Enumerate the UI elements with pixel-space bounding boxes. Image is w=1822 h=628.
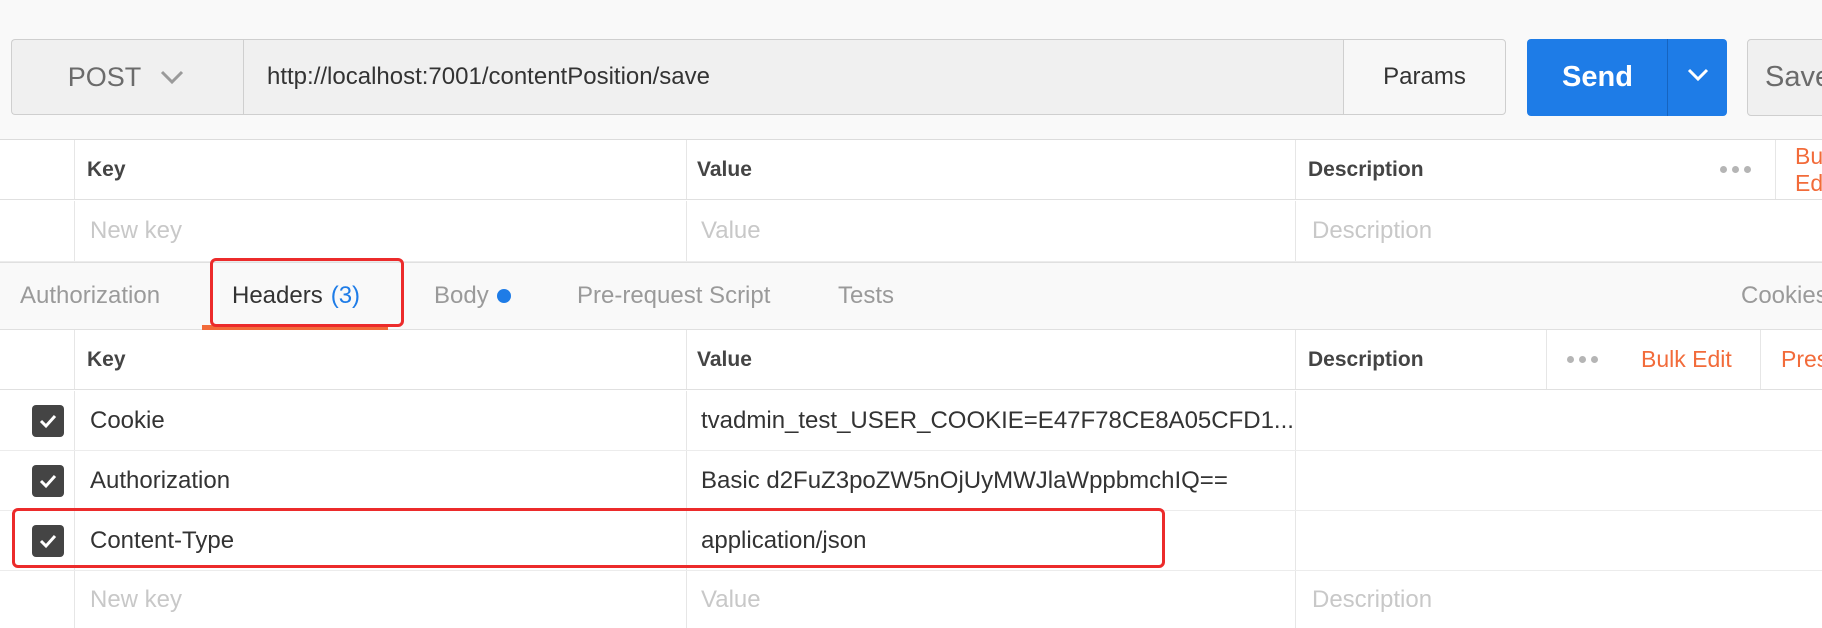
table-row: Authorization Basic d2FuZ3poZW5nOjUyMWJl… [0,451,1822,511]
headers-col-value: Value [697,347,752,371]
params-table-header: Key Value Description Bulk Edit [0,140,1822,200]
url-text: http://localhost:7001/contentPosition/sa… [267,63,710,90]
table-row: Cookie tvadmin_test_USER_COOKIE=E47F78CE… [0,391,1822,451]
body-modified-dot-icon [496,289,511,303]
table-row: Content-Type application/json [0,511,1822,571]
save-label: Save [1765,61,1822,93]
divider [74,451,75,510]
divider [1295,451,1296,510]
divider [74,140,75,199]
params-bulk-edit-link[interactable]: Bulk Edit [1795,140,1822,199]
params-col-description: Description [1308,157,1424,181]
url-input[interactable]: http://localhost:7001/contentPosition/sa… [243,39,1344,115]
method-label: POST [67,61,142,92]
checkmark-icon [39,414,57,429]
headers-new-value-input[interactable]: Value [701,571,761,628]
tab-headers[interactable]: Headers (3) [232,263,360,329]
headers-count-badge: (3) [330,282,361,309]
params-new-key-input[interactable]: New key [90,201,182,261]
header-value[interactable]: application/json [701,511,866,570]
cookies-link[interactable]: Cookies [1741,263,1822,329]
divider [1295,511,1296,570]
headers-col-description: Description [1308,347,1424,371]
tab-body-label: Body [434,282,489,309]
chevron-down-icon [1686,68,1710,87]
divider [74,511,75,570]
tab-tests[interactable]: Tests [838,263,894,329]
divider [74,571,75,628]
params-new-value-input[interactable]: Value [701,201,761,261]
divider [686,201,687,261]
tab-headers-label: Headers [232,282,323,309]
divider [1295,391,1296,450]
header-key[interactable]: Content-Type [90,511,234,570]
divider [1546,330,1547,389]
checkmark-icon [39,474,57,489]
headers-new-description-input[interactable]: Description [1312,571,1432,628]
request-bar: POST http://localhost:7001/contentPositi… [0,0,1822,140]
send-button[interactable]: Send [1527,39,1668,116]
tab-body[interactable]: Body [434,263,511,329]
divider [1775,140,1776,199]
send-options-button[interactable] [1667,39,1727,116]
save-button[interactable]: Save [1747,39,1822,116]
divider [686,391,687,450]
row-checkbox[interactable] [32,465,64,497]
divider [1295,330,1296,389]
headers-new-row: New key Value Description [0,571,1822,628]
divider [686,330,687,389]
tab-prerequest-script[interactable]: Pre-request Script [577,263,770,329]
divider [74,201,75,261]
row-checkbox[interactable] [32,405,64,437]
headers-table-header: Key Value Description Bulk Edit Presets [0,330,1822,390]
params-col-key: Key [87,157,126,181]
row-checkbox[interactable] [32,525,64,557]
checkmark-icon [39,534,57,549]
headers-new-key-input[interactable]: New key [90,571,182,628]
more-options-icon[interactable] [1567,330,1598,389]
divider [686,571,687,628]
params-new-row: New key Value Description [0,201,1822,262]
divider [686,511,687,570]
divider [1295,201,1296,261]
divider [74,391,75,450]
more-options-icon[interactable] [1720,140,1751,199]
presets-link[interactable]: Presets [1781,330,1822,389]
params-button[interactable]: Params [1343,39,1506,115]
request-tabs: Authorization Headers (3) Body Pre-reque… [0,262,1822,330]
header-key[interactable]: Authorization [90,451,230,510]
params-new-description-input[interactable]: Description [1312,201,1432,261]
divider [686,140,687,199]
method-selector[interactable]: POST [11,39,243,115]
divider [686,451,687,510]
headers-col-key: Key [87,347,126,371]
divider [1295,571,1296,628]
chevron-down-icon [159,63,187,91]
send-label: Send [1562,61,1633,93]
params-col-value: Value [697,157,752,181]
bulk-edit-link[interactable]: Bulk Edit [1641,330,1732,389]
divider [1295,140,1296,199]
header-key[interactable]: Cookie [90,391,165,450]
divider [1760,330,1761,389]
divider [74,330,75,389]
header-value[interactable]: tvadmin_test_USER_COOKIE=E47F78CE8A05CFD… [701,391,1294,450]
header-value[interactable]: Basic d2FuZ3poZW5nOjUyMWJlaWppbmchIQ== [701,451,1228,510]
tab-authorization[interactable]: Authorization [20,263,160,329]
params-label: Params [1383,63,1466,90]
